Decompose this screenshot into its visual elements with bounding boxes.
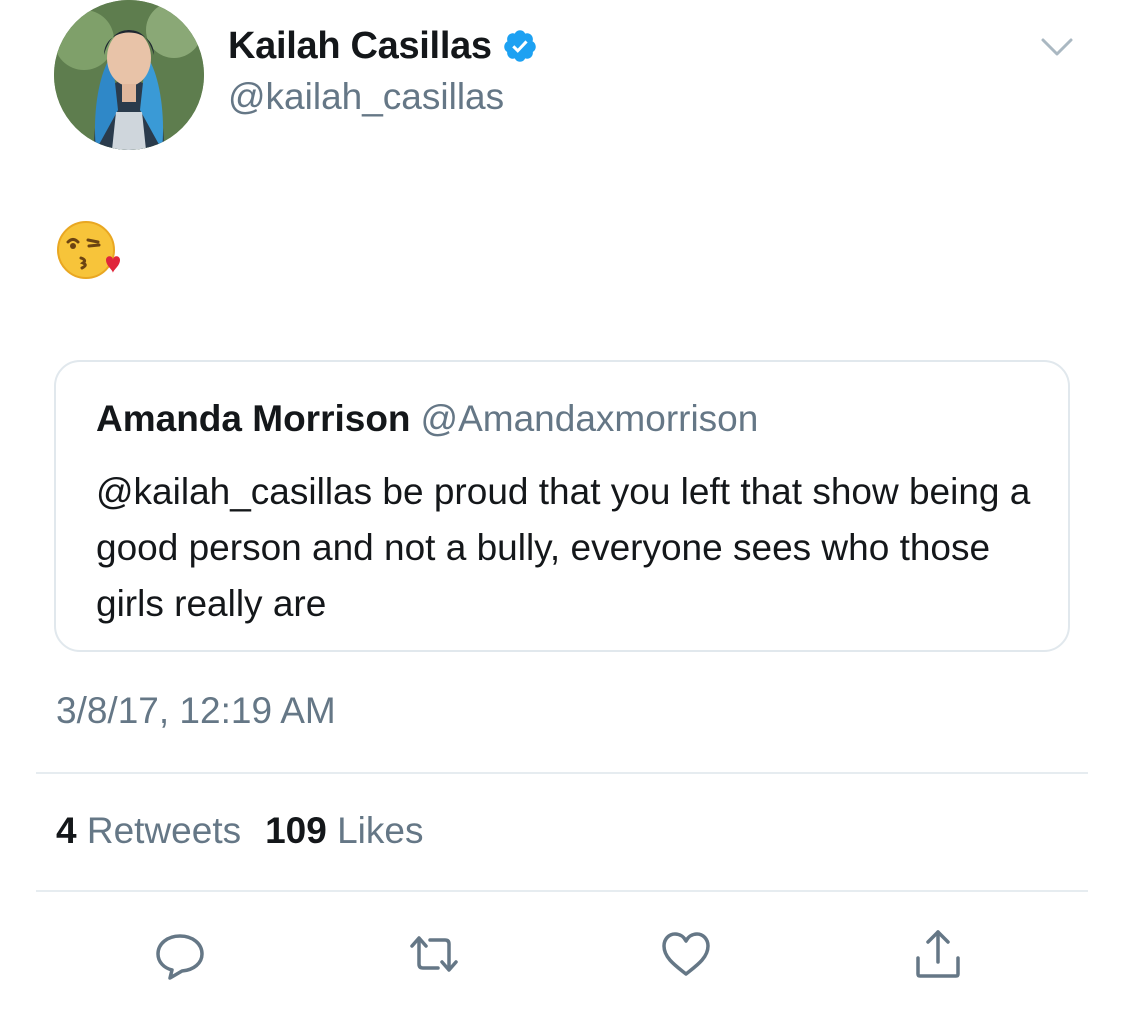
tweet-timestamp: 3/8/17, 12:19 AM xyxy=(56,690,336,731)
retweets-label: Retweets xyxy=(86,810,242,851)
tweet-detail: Kailah Casillas @kailah_casillas Amanda xyxy=(0,0,1125,1016)
author-name-row[interactable]: Kailah Casillas xyxy=(228,22,538,70)
verified-badge-icon xyxy=(502,28,538,64)
retweets-count: 4 xyxy=(56,810,77,851)
retweets-stat[interactable]: 4 Retweets xyxy=(56,810,241,851)
likes-count: 109 xyxy=(265,810,327,851)
likes-stat[interactable]: 109 Likes xyxy=(265,810,423,851)
quoted-tweet-text: @kailah_casillas be proud that you left … xyxy=(96,471,1031,624)
divider xyxy=(36,890,1088,892)
retweet-icon[interactable] xyxy=(406,926,462,982)
author-handle[interactable]: @kailah_casillas xyxy=(228,76,504,118)
chevron-down-icon[interactable] xyxy=(1040,36,1074,58)
divider xyxy=(36,772,1088,774)
quoted-author-display-name: Amanda Morrison xyxy=(96,398,411,439)
avatar[interactable] xyxy=(54,0,204,150)
kissing-face-with-heart-icon xyxy=(56,218,120,282)
author-display-name[interactable]: Kailah Casillas xyxy=(228,25,492,68)
reply-icon[interactable] xyxy=(152,926,208,982)
like-icon[interactable] xyxy=(658,926,714,982)
likes-label: Likes xyxy=(337,810,424,851)
quoted-tweet-header: Amanda Morrison @Amandaxmorrison xyxy=(96,398,758,440)
quoted-author-handle: @Amandaxmorrison xyxy=(420,398,759,439)
quoted-tweet-card[interactable]: Amanda Morrison @Amandaxmorrison @kailah_… xyxy=(54,360,1070,652)
engagement-stats: 4 Retweets 109 Likes xyxy=(56,810,424,852)
avatar-image xyxy=(54,0,204,150)
share-icon[interactable] xyxy=(910,926,966,982)
